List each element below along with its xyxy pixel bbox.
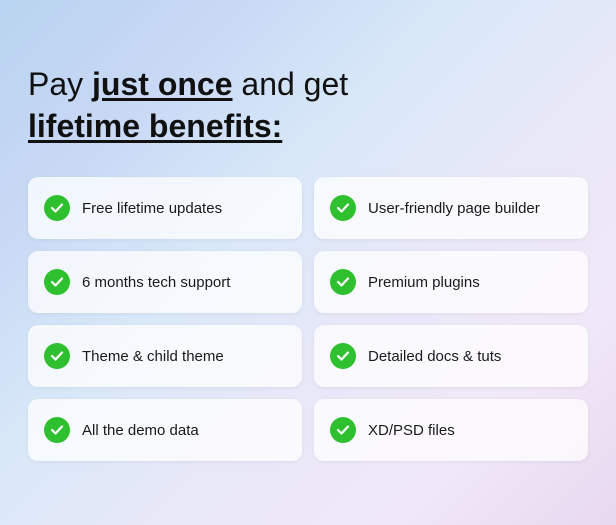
- benefit-label-page-builder: User-friendly page builder: [368, 200, 540, 217]
- benefit-card-premium-plugins: Premium plugins: [314, 251, 588, 313]
- benefit-label-free-updates: Free lifetime updates: [82, 200, 222, 217]
- benefit-card-child-theme: Theme & child theme: [28, 325, 302, 387]
- headline-suffix: and get: [233, 66, 349, 102]
- benefit-label-docs-tuts: Detailed docs & tuts: [368, 348, 501, 365]
- headline-emphasis: just once: [92, 66, 232, 102]
- check-icon: [44, 269, 70, 295]
- benefit-card-free-updates: Free lifetime updates: [28, 177, 302, 239]
- check-icon: [44, 417, 70, 443]
- check-icon: [44, 195, 70, 221]
- benefit-card-xd-psd: XD/PSD files: [314, 399, 588, 461]
- check-icon: [330, 195, 356, 221]
- benefits-grid: Free lifetime updates User-friendly page…: [28, 177, 588, 461]
- benefit-card-page-builder: User-friendly page builder: [314, 177, 588, 239]
- benefit-label-child-theme: Theme & child theme: [82, 348, 224, 365]
- headline-line2: lifetime benefits:: [28, 108, 282, 144]
- check-icon: [44, 343, 70, 369]
- headline-prefix: Pay: [28, 66, 92, 102]
- benefit-label-tech-support: 6 months tech support: [82, 274, 230, 291]
- check-icon: [330, 269, 356, 295]
- check-icon: [330, 343, 356, 369]
- main-container: Pay just once and get lifetime benefits:…: [28, 44, 588, 481]
- benefit-label-xd-psd: XD/PSD files: [368, 422, 455, 439]
- benefit-label-premium-plugins: Premium plugins: [368, 274, 480, 291]
- check-icon: [330, 417, 356, 443]
- benefit-card-tech-support: 6 months tech support: [28, 251, 302, 313]
- benefit-card-demo-data: All the demo data: [28, 399, 302, 461]
- benefit-card-docs-tuts: Detailed docs & tuts: [314, 325, 588, 387]
- benefit-label-demo-data: All the demo data: [82, 422, 199, 439]
- headline: Pay just once and get lifetime benefits:: [28, 64, 588, 147]
